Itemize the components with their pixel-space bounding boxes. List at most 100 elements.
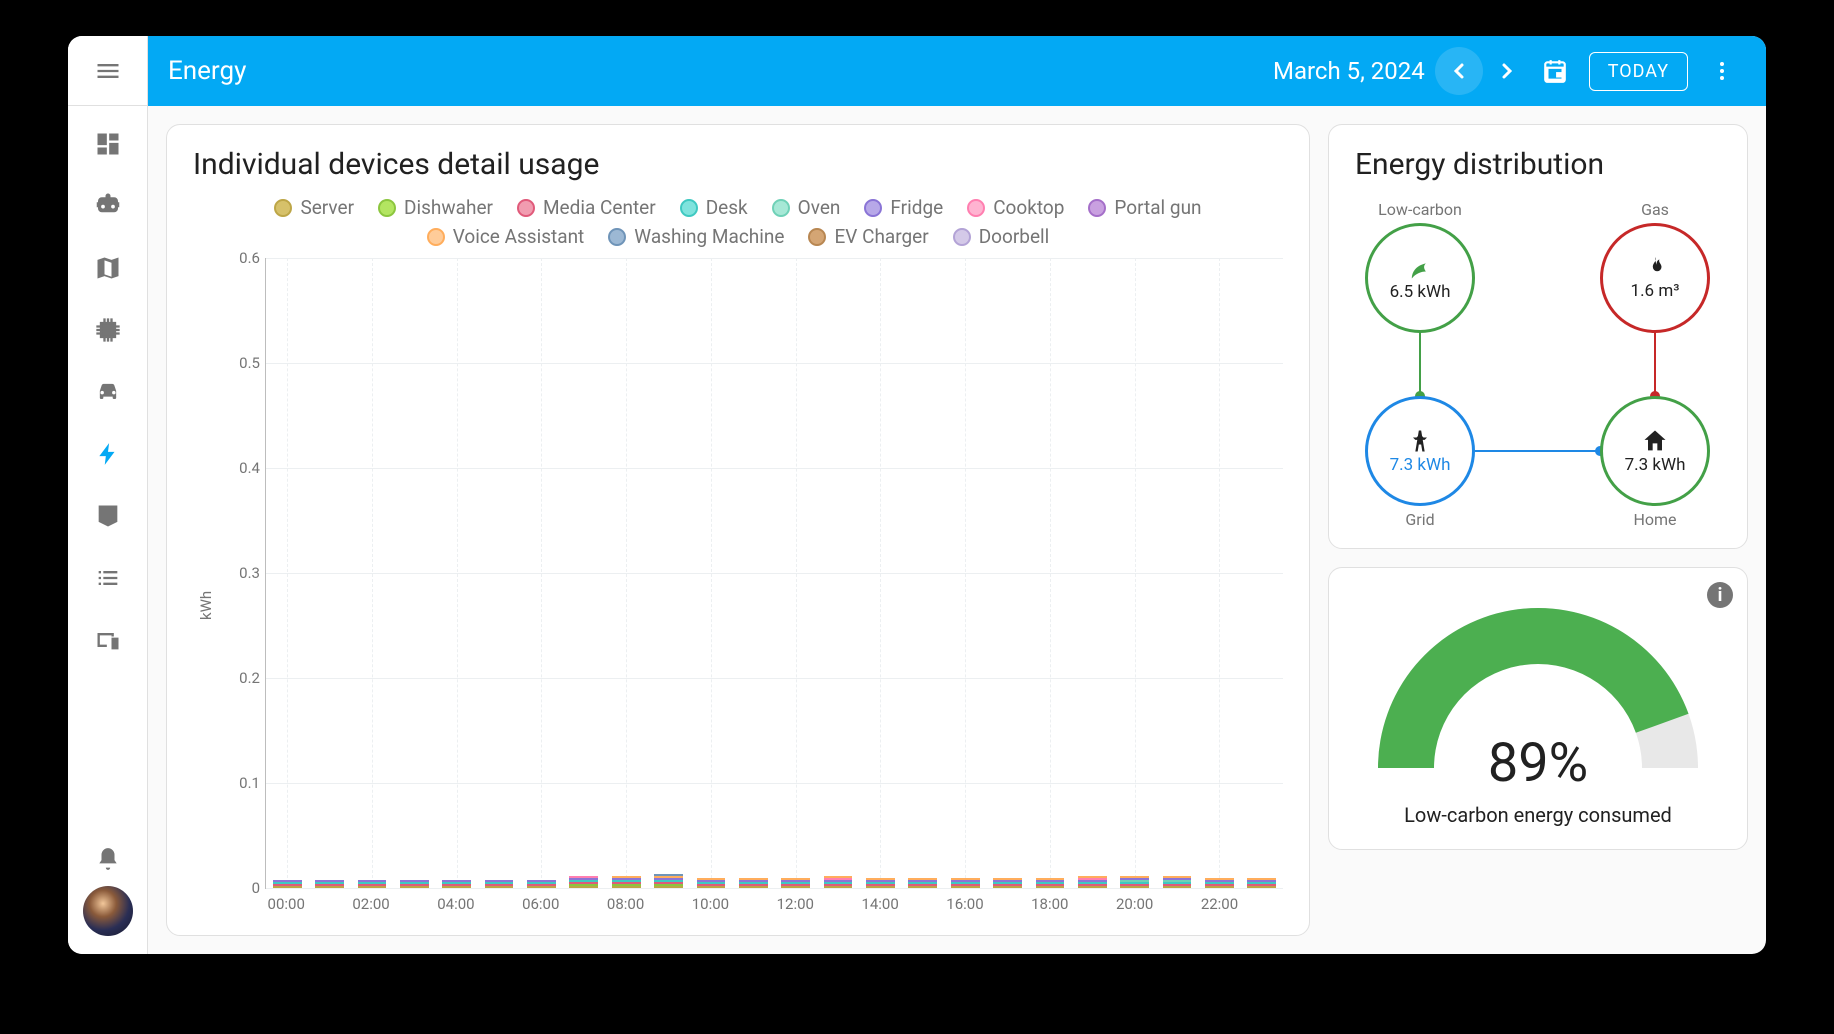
chevron-right-icon [1495,59,1519,83]
person-pin-icon [94,502,122,530]
legend-item[interactable]: Oven [772,196,841,219]
bar-slot[interactable] [902,258,944,888]
legend-item[interactable]: Portal gun [1088,196,1201,219]
today-button[interactable]: TODAY [1589,52,1688,91]
bar-slot[interactable] [1029,258,1071,888]
bar-slot[interactable] [436,258,478,888]
bar-slot[interactable] [944,258,986,888]
legend-item[interactable]: Cooktop [967,196,1064,219]
bar-slot[interactable] [520,258,562,888]
bar-slot[interactable] [393,258,435,888]
bar-slot[interactable] [647,258,689,888]
bar-segment [1078,886,1107,888]
node-lowcarbon[interactable]: Low-carbon 6.5 kWh [1365,196,1475,333]
chart-wrap: kWh 00.10.20.30.40.50.6 00:0002:0004:000… [193,258,1283,913]
legend-swatch [772,199,790,217]
bar-slot[interactable] [775,258,817,888]
chevron-left-icon [1447,59,1471,83]
sidebar-item-dashboard[interactable] [80,116,136,172]
sidebar-item-chip[interactable] [80,302,136,358]
x-tick-label: 10:00 [689,895,731,913]
x-tick-label: 12:00 [774,895,816,913]
sidebar-item-car[interactable] [80,364,136,420]
legend-item[interactable]: Dishwaher [378,196,493,219]
more-vert-icon [1710,59,1734,83]
bar-slot[interactable] [266,258,308,888]
legend-item[interactable]: EV Charger [808,225,928,248]
legend-label: Fridge [890,196,943,219]
legend-swatch [378,199,396,217]
chip-icon [94,316,122,344]
legend-item[interactable]: Media Center [517,196,656,219]
lowcarbon-gauge-card: i 89% Low-carbon energy consumed [1328,567,1748,850]
bell-icon [95,846,121,872]
calendar-button[interactable] [1531,47,1579,95]
bar-slot[interactable] [986,258,1028,888]
legend-label: Dishwaher [404,196,493,219]
node-gas[interactable]: Gas 1.6 m³ [1600,196,1710,333]
bar-slot[interactable] [1071,258,1113,888]
bar-slot[interactable] [478,258,520,888]
chart-plot[interactable]: 00.10.20.30.40.50.6 [265,258,1283,889]
x-tick-label: 02:00 [350,895,392,913]
chart-legend: Server Dishwaher Media Center Desk Oven Fridg… [193,196,1283,248]
bar-segment [400,886,429,888]
legend-item[interactable]: Desk [680,196,748,219]
next-day-button[interactable] [1483,47,1531,95]
bar-segment [358,886,387,888]
bar-segment [781,886,810,888]
bar-slot[interactable] [817,258,859,888]
node-home[interactable]: 7.3 kWh Home [1600,396,1710,533]
main: Energy March 5, 2024 TODAY Individual de… [148,36,1766,954]
bar-slot[interactable] [859,258,901,888]
sidebar-item-map[interactable] [80,240,136,296]
bar-slot[interactable] [1114,258,1156,888]
notifications-button[interactable] [95,846,121,872]
car-icon [94,378,122,406]
sidebar-item-devices[interactable] [80,612,136,668]
list-icon [94,564,122,592]
bar-slot[interactable] [1241,258,1283,888]
menu-button[interactable] [68,36,147,106]
hamburger-icon [94,57,122,85]
sidebar-item-robot[interactable] [80,178,136,234]
sidebar-item-energy[interactable] [80,426,136,482]
gauge-value: 89% [1355,732,1721,795]
bar-slot[interactable] [732,258,774,888]
date-display: March 5, 2024 [1273,57,1425,85]
legend-item[interactable]: Doorbell [953,225,1050,248]
bar-segment [273,886,302,888]
legend-item[interactable]: Fridge [864,196,943,219]
leaf-icon [1406,254,1434,282]
y-tick-label: 0.1 [218,774,260,792]
bar-slot[interactable] [563,258,605,888]
y-tick-label: 0.2 [218,669,260,687]
page-title: Energy [168,56,246,86]
info-button[interactable]: i [1707,582,1733,608]
bar-segment [1163,886,1192,888]
bolt-icon [95,441,121,467]
sidebar-item-list[interactable] [80,550,136,606]
x-tick-label: 06:00 [520,895,562,913]
node-grid[interactable]: 7.3 kWh Grid [1365,396,1475,533]
legend-item[interactable]: Server [274,196,354,219]
legend-label: Cooktop [993,196,1064,219]
legend-item[interactable]: Voice Assistant [427,225,585,248]
sidebar-item-person[interactable] [80,488,136,544]
legend-label: Media Center [543,196,656,219]
energy-distribution-title: Energy distribution [1355,147,1721,182]
bar-slot[interactable] [308,258,350,888]
bar-slot[interactable] [351,258,393,888]
bar-slot[interactable] [1156,258,1198,888]
bar-slot[interactable] [690,258,732,888]
sidebar-bottom [68,832,147,954]
bar-slot[interactable] [605,258,647,888]
prev-day-button[interactable] [1435,47,1483,95]
more-button[interactable] [1698,47,1746,95]
bar-slot[interactable] [1198,258,1240,888]
calendar-icon [1542,58,1568,84]
legend-item[interactable]: Washing Machine [608,225,784,248]
x-tick-label: 14:00 [859,895,901,913]
bar-segment [697,886,726,888]
avatar[interactable] [83,886,133,936]
